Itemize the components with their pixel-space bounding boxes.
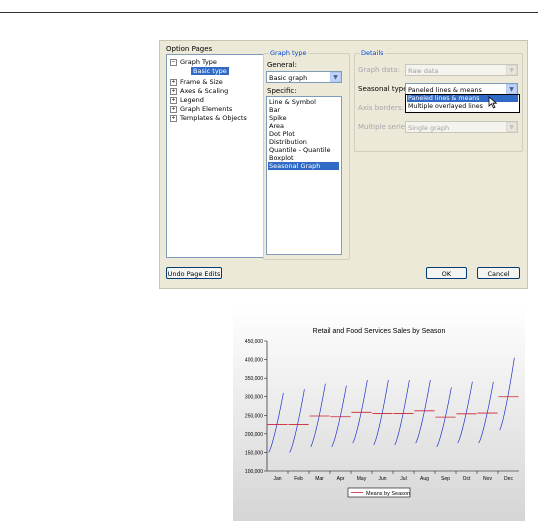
seasonal-line [457,381,473,444]
tree-item-axes-scaling[interactable]: + Axes & Scaling [170,87,228,95]
expand-icon[interactable]: + [170,78,177,86]
expand-icon[interactable]: + [170,87,177,95]
cancel-button[interactable]: Cancel [477,267,520,279]
axis-borders-label: Axis borders: [358,104,404,112]
seasonal-line [331,385,347,448]
y-tick-label: 300,000 [245,395,263,401]
specific-label: Specific: [267,87,297,95]
general-select-value: Basic graph [269,74,308,82]
plot-area: 100,000 150,000 200,000 250,000 300,000 350,0… [245,339,519,482]
tree-item-graph-elements[interactable]: + Graph Elements [170,105,232,113]
tree-item-legend[interactable]: + Legend [170,96,204,104]
seasonal-line [499,357,515,431]
list-item-seasonal-graph[interactable]: Seasonal Graph [268,162,339,170]
tree-item-label: Legend [180,96,204,104]
chevron-down-icon[interactable]: ▼ [506,65,517,75]
seasonal-type-value: Paneled lines & means [408,86,482,94]
list-item-dot-plot[interactable]: Dot Plot [269,130,295,138]
graph-data-select[interactable]: Raw data ▼ [405,64,518,76]
mouse-cursor-icon [488,96,498,109]
seasonal-line [394,379,410,446]
tree-item-label: Axes & Scaling [180,87,229,95]
y-tick-label: 250,000 [245,413,263,419]
collapse-icon[interactable]: − [170,58,177,66]
x-tick-label: Dec [504,476,513,482]
graph-type-group-title: Graph type [269,49,308,57]
tree-item-label: Graph Elements [180,105,233,113]
chevron-down-icon[interactable]: ▼ [506,84,517,94]
x-tick-label: Jun [378,476,386,482]
list-item-area[interactable]: Area [269,122,284,130]
ok-button[interactable]: OK [426,267,467,279]
list-item-bar[interactable]: Bar [269,106,280,114]
x-tick-label: Jul [400,476,406,482]
tree-item-label: Templates & Objects [180,114,247,122]
tree-item-basic-type[interactable]: Basic type [191,67,229,75]
list-item-boxplot[interactable]: Boxplot [269,154,294,162]
multiple-series-value: Single graph [408,124,450,132]
seasonal-type-dropdown: Paneled lines & means Multiple overlayed… [405,94,520,113]
x-tick-label: Feb [294,476,303,482]
seasonal-line [478,381,494,444]
chevron-down-icon[interactable]: ▼ [506,122,517,132]
x-tick-label: Nov [483,476,492,482]
expand-icon[interactable]: + [170,114,177,122]
top-divider [0,12,538,13]
seasonal-type-label: Seasonal type: [358,85,410,93]
specific-list[interactable]: Line & Symbol Bar Spike Area Dot Plot Di… [266,96,342,255]
list-item-quantile-quantile[interactable]: Quantile - Quantile [269,146,330,154]
option-paneled-lines-means[interactable]: Paneled lines & means [407,95,518,102]
graph-data-label: Graph data: [358,66,400,74]
x-tick-label: Jan [273,476,281,482]
legend-label: Means by Season [366,491,410,497]
tree-item-frame-size[interactable]: + Frame & Size [170,78,223,86]
graph-options-dialog: Option Pages − Graph Type Basic type + F… [159,40,528,289]
y-tick-label: 150,000 [245,450,263,456]
seasonal-line [310,383,326,448]
y-tick-label: 100,000 [245,469,263,475]
x-tick-label: Aug [420,476,429,482]
general-label: General: [267,61,297,69]
seasonal-line [289,389,305,453]
list-item-line-symbol[interactable]: Line & Symbol [269,98,316,106]
y-tick-label: 400,000 [245,358,263,364]
seasonal-line [373,379,389,446]
seasonal-line [352,379,368,444]
tree-item-templates-objects[interactable]: + Templates & Objects [170,114,247,122]
list-item-spike[interactable]: Spike [269,114,287,122]
y-tick-label: 350,000 [245,376,263,382]
option-multiple-overlayed-lines[interactable]: Multiple overlayed lines [407,103,518,110]
x-tick-label: Oct [463,476,471,482]
seasonal-line [268,392,284,453]
y-tick-label: 200,000 [245,432,263,438]
seasonal-line [415,379,431,444]
x-tick-label: Mar [315,476,324,482]
tree-item-graph-type[interactable]: − Graph Type [170,58,217,66]
chart-title: Retail and Food Services Sales by Season [313,328,446,335]
x-tick-label: Apr [337,476,345,482]
graph-data-value: Raw data [408,67,439,75]
multiple-series-select[interactable]: Single graph ▼ [405,121,518,133]
seasonal-chart: Retail and Food Services Sales by Season… [233,305,525,521]
tree-item-label: Graph Type [180,58,217,66]
chart-legend: Means by Season [347,487,411,498]
option-pages-label: Option Pages [166,45,213,53]
y-tick-label: 450,000 [245,339,263,345]
undo-page-edits-button[interactable]: Undo Page Edits [166,267,222,279]
general-select[interactable]: Basic graph ▼ [266,71,342,83]
x-tick-label: Sep [441,476,450,482]
expand-icon[interactable]: + [170,96,177,104]
expand-icon[interactable]: + [170,105,177,113]
seasonal-chart-svg: Retail and Food Services Sales by Season… [245,328,519,498]
tree-item-label: Frame & Size [180,78,223,86]
x-tick-label: May [357,476,367,482]
details-group-title: Details [360,49,385,57]
multiple-series-label: Multiple series: [358,123,412,131]
chevron-down-icon[interactable]: ▼ [330,72,341,82]
list-item-distribution[interactable]: Distribution [269,138,307,146]
option-pages-tree[interactable]: − Graph Type Basic type + Frame & Size +… [166,54,264,258]
